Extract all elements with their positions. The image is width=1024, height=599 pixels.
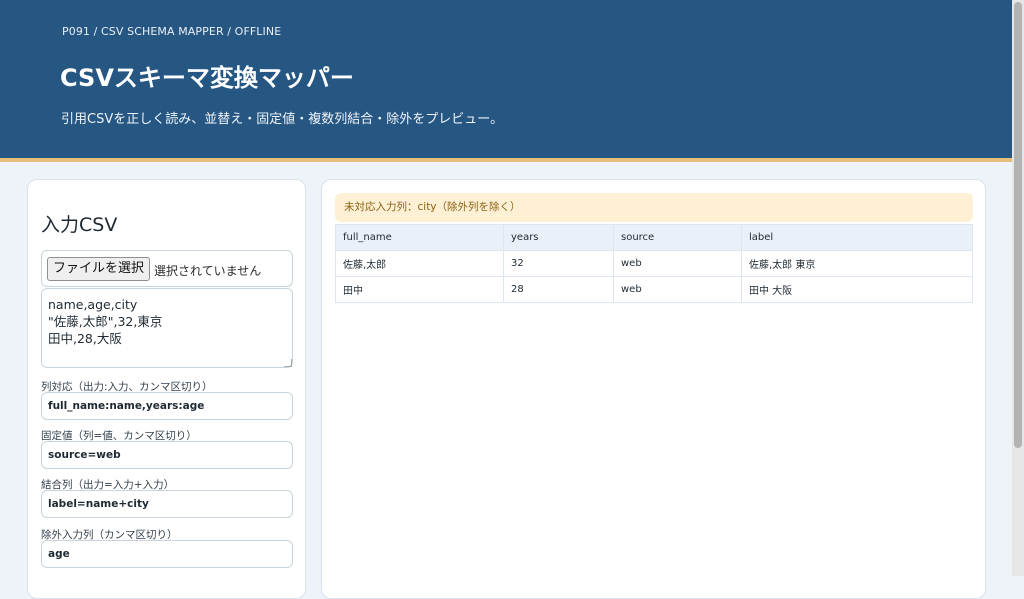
preview-panel: 未対応入力列：city（除外列を除く） full_name years sour…	[321, 179, 986, 599]
page-scrollbar[interactable]	[1012, 0, 1024, 576]
table-cell: 佐藤,太郎 東京	[741, 250, 973, 277]
file-picker[interactable]: ファイルを選択 選択されていません	[41, 250, 293, 287]
table-cell: 田中 大阪	[741, 276, 973, 303]
textarea-resize-handle[interactable]	[284, 359, 292, 367]
table-cell: 28	[503, 276, 614, 303]
input-panel: 入力CSV ファイルを選択 選択されていません name,age,city "佐…	[27, 179, 306, 599]
table-cell: 田中	[335, 276, 504, 303]
page-header: P091 / CSV SCHEMA MAPPER / OFFLINE CSVスキ…	[0, 0, 1012, 158]
column-header: label	[741, 224, 973, 251]
file-status-text: 選択されていません	[154, 264, 262, 278]
table-cell: web	[613, 276, 742, 303]
fixed-values-input[interactable]: source=web	[41, 441, 293, 469]
column-mapping-input[interactable]: full_name:name,years:age	[41, 392, 293, 420]
preview-table: full_name years source label 佐藤,太郎 32 we…	[335, 224, 973, 303]
table-cell: 32	[503, 250, 614, 277]
column-header: full_name	[335, 224, 504, 251]
page-subtitle: 引用CSVを正しく読み、並替え・固定値・複数列結合・除外をプレビュー。	[61, 112, 504, 127]
input-panel-title: 入力CSV	[41, 214, 118, 236]
table-row: 佐藤,太郎 32 web 佐藤,太郎 東京	[335, 250, 973, 277]
table-header-row: full_name years source label	[335, 224, 973, 251]
header-accent-bar	[0, 158, 1012, 162]
unmapped-columns-warning: 未対応入力列：city（除外列を除く）	[335, 193, 973, 222]
table-cell: web	[613, 250, 742, 277]
page-title: CSVスキーマ変換マッパー	[60, 64, 354, 92]
choose-file-button[interactable]: ファイルを選択	[47, 257, 151, 281]
table-row: 田中 28 web 田中 大阪	[335, 276, 973, 303]
breadcrumb: P091 / CSV SCHEMA MAPPER / OFFLINE	[62, 25, 282, 38]
column-header: years	[503, 224, 614, 251]
table-cell: 佐藤,太郎	[335, 250, 504, 277]
excluded-columns-input[interactable]: age	[41, 540, 293, 568]
column-header: source	[613, 224, 742, 251]
scrollbar-thumb[interactable]	[1014, 2, 1022, 448]
merge-columns-input[interactable]: label=name+city	[41, 490, 293, 518]
csv-input-textarea[interactable]: name,age,city "佐藤,太郎",32,東京 田中,28,大阪	[41, 288, 293, 368]
